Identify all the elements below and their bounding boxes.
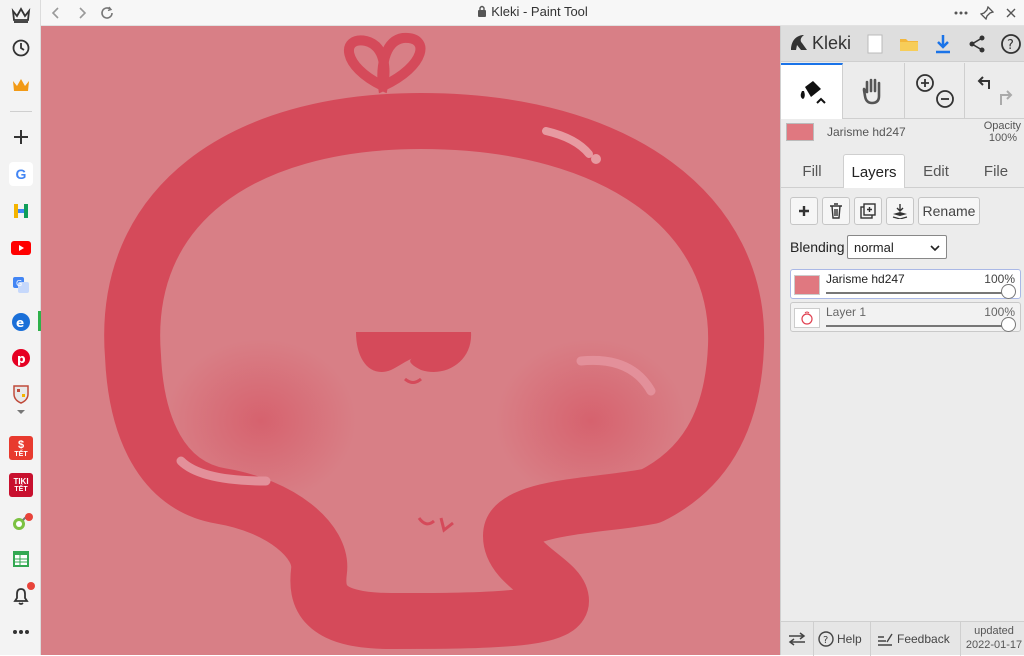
current-layer-name: Jarisme hd247 <box>827 125 906 139</box>
layer-opacity-slider-track[interactable] <box>826 325 1008 327</box>
help-button[interactable]: ? Help <box>814 622 871 656</box>
tab-layers[interactable]: Layers <box>843 154 905 189</box>
browser-logo-icon[interactable] <box>9 3 33 27</box>
opacity-value: 100% <box>988 132 1017 144</box>
svg-text:?: ? <box>1007 38 1014 53</box>
layer-opacity-slider-knob[interactable] <box>1001 284 1016 299</box>
bow-shape <box>344 32 426 94</box>
svg-text:G: G <box>16 279 22 288</box>
kleki-logo: Kleki <box>788 32 851 54</box>
plus-icon <box>799 206 809 216</box>
layer-thumbnail <box>794 308 820 328</box>
youtube-icon[interactable] <box>9 236 33 260</box>
panel-tabs: Fill Layers Edit File <box>781 154 1024 189</box>
chevron-down-icon[interactable] <box>9 405 33 419</box>
translate-icon[interactable]: G <box>9 273 33 297</box>
current-layer-thumbnail <box>786 123 814 141</box>
help-icon[interactable]: ? <box>999 32 1023 56</box>
updated-info: updated 2022-01-17 <box>965 625 1023 651</box>
pinterest-icon[interactable]: p <box>9 346 33 370</box>
trash-icon <box>830 203 842 219</box>
help-circle-icon: ? <box>818 631 834 647</box>
tab-file[interactable]: File <box>967 154 1024 188</box>
layer-opacity-slider-knob[interactable] <box>1001 317 1016 332</box>
merge-layer-button[interactable] <box>886 197 914 225</box>
layer-item-layer-1[interactable]: Layer 1 100% <box>790 302 1021 332</box>
lock-icon <box>478 5 487 17</box>
layer-opacity-slider-track[interactable] <box>826 292 1008 294</box>
swap-arrows-icon <box>788 632 806 646</box>
layer-name: Layer 1 <box>826 305 867 319</box>
pin-icon[interactable] <box>980 4 994 22</box>
sheet-app-icon[interactable] <box>9 547 33 571</box>
opacity-label: Opacity <box>983 120 1021 132</box>
blending-mode-select[interactable]: normal <box>847 235 947 259</box>
layer-thumbnail <box>794 275 820 295</box>
drawing-artwork <box>104 32 765 649</box>
open-folder-icon[interactable] <box>897 32 921 56</box>
tiki-tet-icon[interactable]: TIKI TẾT <box>9 473 33 497</box>
rename-layer-button[interactable]: Rename <box>918 197 980 225</box>
sunglasses-shape <box>356 332 472 372</box>
hand-icon <box>862 78 880 105</box>
menu-dots-icon[interactable] <box>954 4 968 22</box>
google-icon[interactable]: G <box>9 162 33 186</box>
drawing-canvas[interactable] <box>41 26 780 655</box>
svg-text:p: p <box>17 352 26 366</box>
undo-redo-icon[interactable] <box>975 73 1015 109</box>
feedback-icon <box>878 633 893 646</box>
more-dots-icon[interactable] <box>9 620 33 644</box>
layer-name: Jarisme hd247 <box>826 272 905 286</box>
tet-sale-icon[interactable]: $ TẾT <box>9 436 33 460</box>
panel-header: Kleki ? <box>781 26 1024 62</box>
duplicate-icon <box>860 203 876 219</box>
zoom-buttons <box>905 63 965 119</box>
browser-sidebar: G G e p $ TẾT TIKI TẾT <box>0 0 41 655</box>
download-icon[interactable] <box>931 32 955 56</box>
blending-label: Blending <box>790 239 845 255</box>
edge-icon[interactable]: e <box>9 310 33 334</box>
undo-redo-buttons <box>965 63 1024 119</box>
swap-side-button[interactable] <box>781 622 814 656</box>
close-icon[interactable] <box>1006 4 1016 22</box>
new-image-icon[interactable] <box>863 32 887 56</box>
paint-bucket-icon <box>800 81 826 104</box>
kleki-logo-icon <box>791 35 807 50</box>
history-icon[interactable] <box>9 36 33 60</box>
window-title-bar: Kleki - Paint Tool <box>41 0 1024 26</box>
kleki-side-panel: Kleki ? Jarisme hd247 Opacity 100% Fill … <box>780 26 1024 656</box>
select-chevron-down-icon <box>930 245 940 251</box>
current-layer-info: Jarisme hd247 Opacity 100% <box>781 120 1024 152</box>
tool-bar <box>781 63 1024 119</box>
window-title: Kleki - Paint Tool <box>41 4 1024 19</box>
hand-tool-button[interactable] <box>843 63 905 119</box>
share-icon[interactable] <box>965 32 989 56</box>
svg-text:?: ? <box>823 635 828 646</box>
delete-layer-button[interactable] <box>822 197 850 225</box>
fill-tool-button[interactable] <box>781 63 843 119</box>
layer-item-jarisme[interactable]: Jarisme hd247 100% <box>790 269 1021 299</box>
add-layer-button[interactable] <box>790 197 818 225</box>
add-panel-icon[interactable] <box>9 125 33 149</box>
duplicate-layer-button[interactable] <box>854 197 882 225</box>
h-app-icon[interactable] <box>9 199 33 223</box>
shield-app-icon[interactable] <box>9 382 33 406</box>
zoom-in-out-icon[interactable] <box>915 73 955 109</box>
tab-fill[interactable]: Fill <box>781 154 843 188</box>
feedback-button[interactable]: Feedback <box>871 622 961 656</box>
crown-icon[interactable] <box>9 73 33 97</box>
panel-footer: ? Help Feedback updated 2022-01-17 <box>781 621 1024 656</box>
svg-text:e: e <box>16 316 24 330</box>
merge-down-icon <box>892 204 908 219</box>
tab-edit[interactable]: Edit <box>905 154 967 188</box>
